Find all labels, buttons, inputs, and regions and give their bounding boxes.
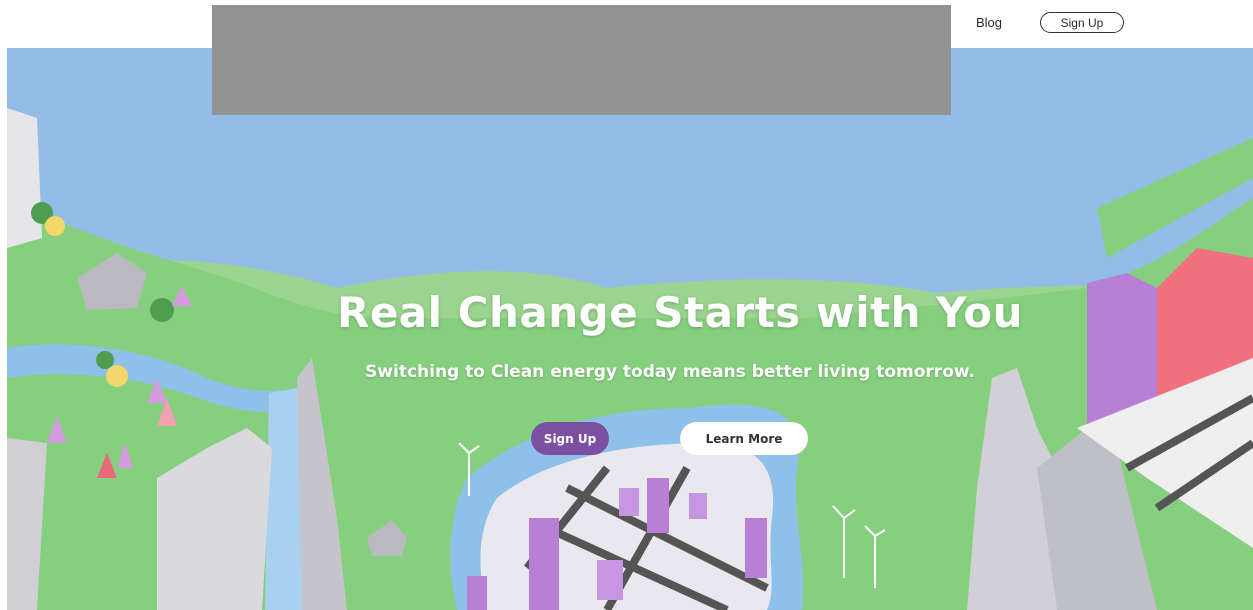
hero-section: Real Change Starts with You Switching to…	[7, 48, 1253, 610]
building-right	[745, 518, 767, 578]
tree-yellow	[106, 365, 128, 387]
signup-button[interactable]: Sign Up	[531, 422, 609, 455]
building-small-2	[689, 493, 707, 519]
learn-more-button[interactable]: Learn More	[680, 422, 808, 455]
tree	[150, 298, 174, 322]
building-small	[619, 488, 639, 516]
cliff-top-left	[7, 108, 42, 248]
building-mid	[647, 478, 669, 533]
hero-illustration	[7, 48, 1253, 610]
building-low-2	[597, 560, 623, 600]
building-tall-left	[529, 518, 559, 610]
redacted-area	[212, 5, 951, 115]
tree-yellow	[45, 216, 65, 236]
tree	[96, 351, 114, 369]
nav-link-blog[interactable]: Blog	[976, 15, 1002, 30]
building-low	[467, 576, 487, 610]
nav-signup-button[interactable]: Sign Up	[1040, 12, 1124, 33]
